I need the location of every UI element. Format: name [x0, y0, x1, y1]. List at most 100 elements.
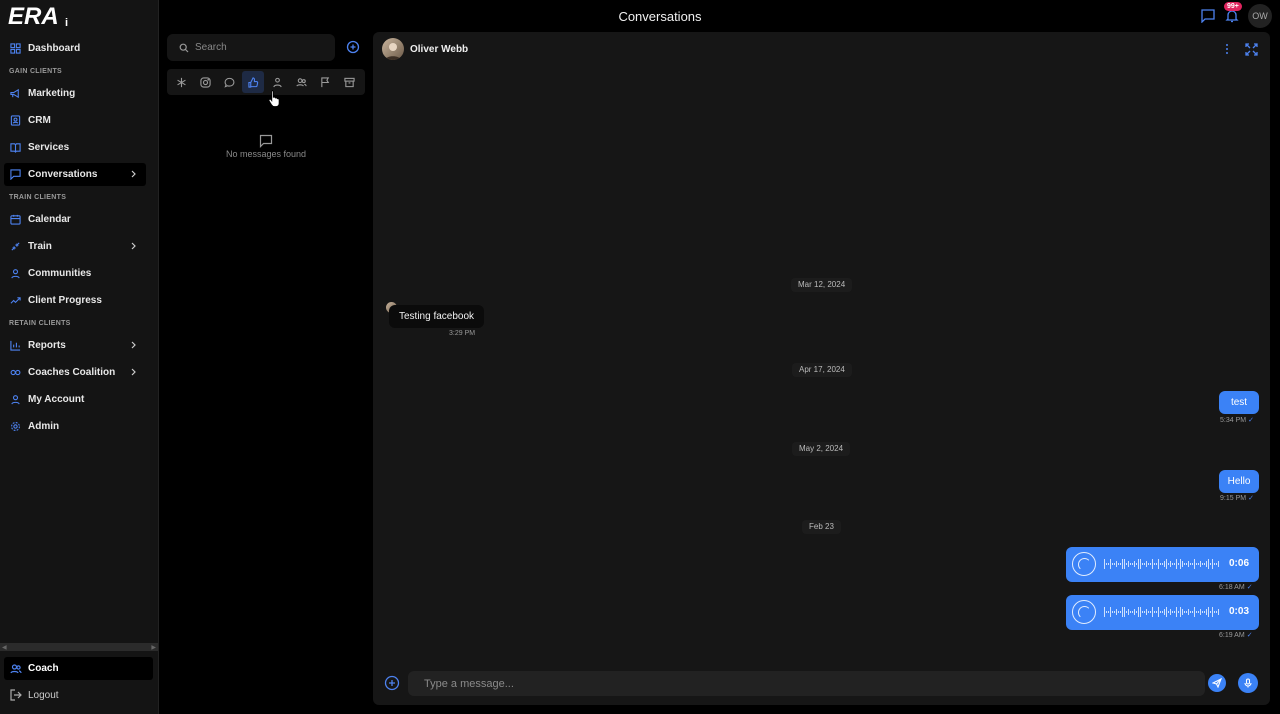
sidebar-item-marketing[interactable]: Marketing	[4, 82, 146, 105]
waveform-bar	[1170, 609, 1171, 615]
coach-role-item[interactable]: Coach	[4, 657, 153, 680]
waveform-bar	[1128, 561, 1129, 567]
voice-record-button[interactable]	[1238, 673, 1258, 693]
waveform-bar	[1184, 611, 1185, 613]
audio-waveform	[1104, 559, 1219, 569]
scroll-right-icon[interactable]: ▶	[151, 644, 156, 651]
sidebar-item-crm[interactable]: CRM	[4, 109, 146, 132]
message-input[interactable]	[424, 677, 1184, 690]
waveform-bar	[1190, 563, 1191, 565]
outgoing-message-bubble[interactable]: Hello	[1219, 470, 1259, 493]
waveform-bar	[1208, 559, 1209, 569]
search-box[interactable]	[167, 34, 335, 61]
date-separator: Apr 17, 2024	[792, 363, 852, 377]
expand-icon[interactable]	[1245, 43, 1258, 56]
sidebar-item-coaches-coalition[interactable]: Coaches Coalition	[4, 361, 146, 384]
waveform-bar	[1182, 561, 1183, 567]
book-icon	[9, 142, 21, 154]
waveform-bar	[1168, 611, 1169, 613]
filter-messenger-icon[interactable]	[242, 71, 264, 93]
waveform-bar	[1136, 611, 1137, 613]
sidebar-item-label: CRM	[28, 115, 51, 126]
messages-icon[interactable]	[1201, 9, 1215, 23]
voice-message-bubble[interactable]: 0:06	[1066, 547, 1259, 582]
sidebar-item-train[interactable]: Train	[4, 235, 146, 258]
sidebar-item-conversations[interactable]: Conversations	[4, 163, 146, 186]
waveform-bar	[1196, 563, 1197, 565]
waveform-bar	[1156, 611, 1157, 613]
search-input[interactable]	[195, 42, 325, 53]
message-time-text: 5:34 PM	[1220, 417, 1247, 424]
filter-all-icon[interactable]	[170, 71, 192, 93]
waveform-bar	[1150, 611, 1151, 613]
waveform-bar	[1212, 607, 1213, 617]
sidebar-item-dashboard[interactable]: Dashboard	[4, 37, 146, 60]
logout-label: Logout	[28, 689, 59, 701]
contact-avatar[interactable]	[382, 38, 404, 60]
logout-button[interactable]: Logout	[4, 685, 59, 705]
contact-name[interactable]: Oliver Webb	[410, 44, 468, 55]
message-time-text: 6:18 AM	[1219, 584, 1245, 591]
waveform-bar	[1124, 607, 1125, 617]
waveform-bar	[1108, 611, 1109, 613]
sidebar-item-communities[interactable]: Communities	[4, 262, 146, 285]
waveform-bar	[1182, 609, 1183, 615]
waveform-bar	[1116, 561, 1117, 567]
waveform-bar	[1166, 607, 1167, 617]
waveform-bar	[1218, 561, 1219, 567]
waveform-bar	[1112, 611, 1113, 613]
era-logo[interactable]: ERA i	[8, 3, 78, 29]
sidebar-item-my-account[interactable]: My Account	[4, 388, 146, 411]
search-icon	[179, 43, 189, 53]
audio-waveform	[1104, 607, 1219, 617]
waveform-bar	[1174, 611, 1175, 613]
waveform-bar	[1128, 609, 1129, 615]
send-button[interactable]	[1208, 674, 1226, 692]
waveform-bar	[1158, 559, 1159, 569]
sidebar-item-calendar[interactable]: Calendar	[4, 208, 146, 231]
user-avatar[interactable]: OW	[1248, 4, 1272, 28]
scroll-left-icon[interactable]: ◀	[2, 644, 7, 651]
sidebar-item-services[interactable]: Services	[4, 136, 146, 159]
play-audio-button[interactable]	[1072, 552, 1096, 576]
sidebar-item-label: Marketing	[28, 88, 76, 99]
filter-archive-icon[interactable]	[338, 71, 360, 93]
attach-add-icon[interactable]	[384, 675, 400, 691]
sidebar-item-label: My Account	[28, 394, 85, 405]
sidebar-item-reports[interactable]: Reports	[4, 334, 146, 357]
waveform-bar	[1120, 611, 1121, 613]
sidebar-item-label: Dashboard	[28, 43, 81, 54]
incoming-message-bubble[interactable]: Testing facebook	[389, 305, 485, 328]
voice-message-bubble[interactable]: 0:03	[1066, 595, 1259, 630]
waveform-bar	[1214, 563, 1215, 565]
read-check-icon: ✓	[1246, 632, 1253, 639]
waveform-bar	[1150, 563, 1151, 565]
user-icon	[9, 268, 21, 280]
message-time-text: 3:29 PM	[449, 330, 476, 337]
filter-group-icon[interactable]	[290, 71, 312, 93]
message-time-text: 6:19 AM	[1219, 632, 1245, 639]
filter-instagram-icon[interactable]	[194, 71, 216, 93]
play-audio-button[interactable]	[1072, 600, 1096, 624]
waveform-bar	[1152, 607, 1153, 617]
sidebar-item-client-progress[interactable]: Client Progress	[4, 289, 146, 312]
filter-flagged-icon[interactable]	[314, 71, 336, 93]
waveform-bar	[1178, 563, 1179, 565]
new-conversation-icon[interactable]	[346, 40, 360, 54]
outgoing-message-bubble[interactable]: test	[1219, 391, 1259, 414]
waveform-bar	[1160, 563, 1161, 565]
waveform-bar	[1194, 559, 1195, 569]
notification-bell-icon[interactable]	[1225, 9, 1239, 23]
waveform-bar	[1212, 559, 1213, 569]
user-icon	[9, 394, 21, 406]
waveform-bar	[1132, 611, 1133, 613]
waveform-bar	[1106, 611, 1107, 613]
message-composer[interactable]	[408, 671, 1205, 696]
more-options-icon[interactable]	[1221, 43, 1233, 55]
waveform-bar	[1116, 609, 1117, 615]
sidebar-item-admin[interactable]: Admin	[4, 415, 146, 438]
users-icon	[10, 663, 22, 675]
sidebar-scrollbar[interactable]: ◀ ▶	[0, 643, 158, 651]
filter-sms-icon[interactable]	[218, 71, 240, 93]
waveform-bar	[1130, 563, 1131, 565]
